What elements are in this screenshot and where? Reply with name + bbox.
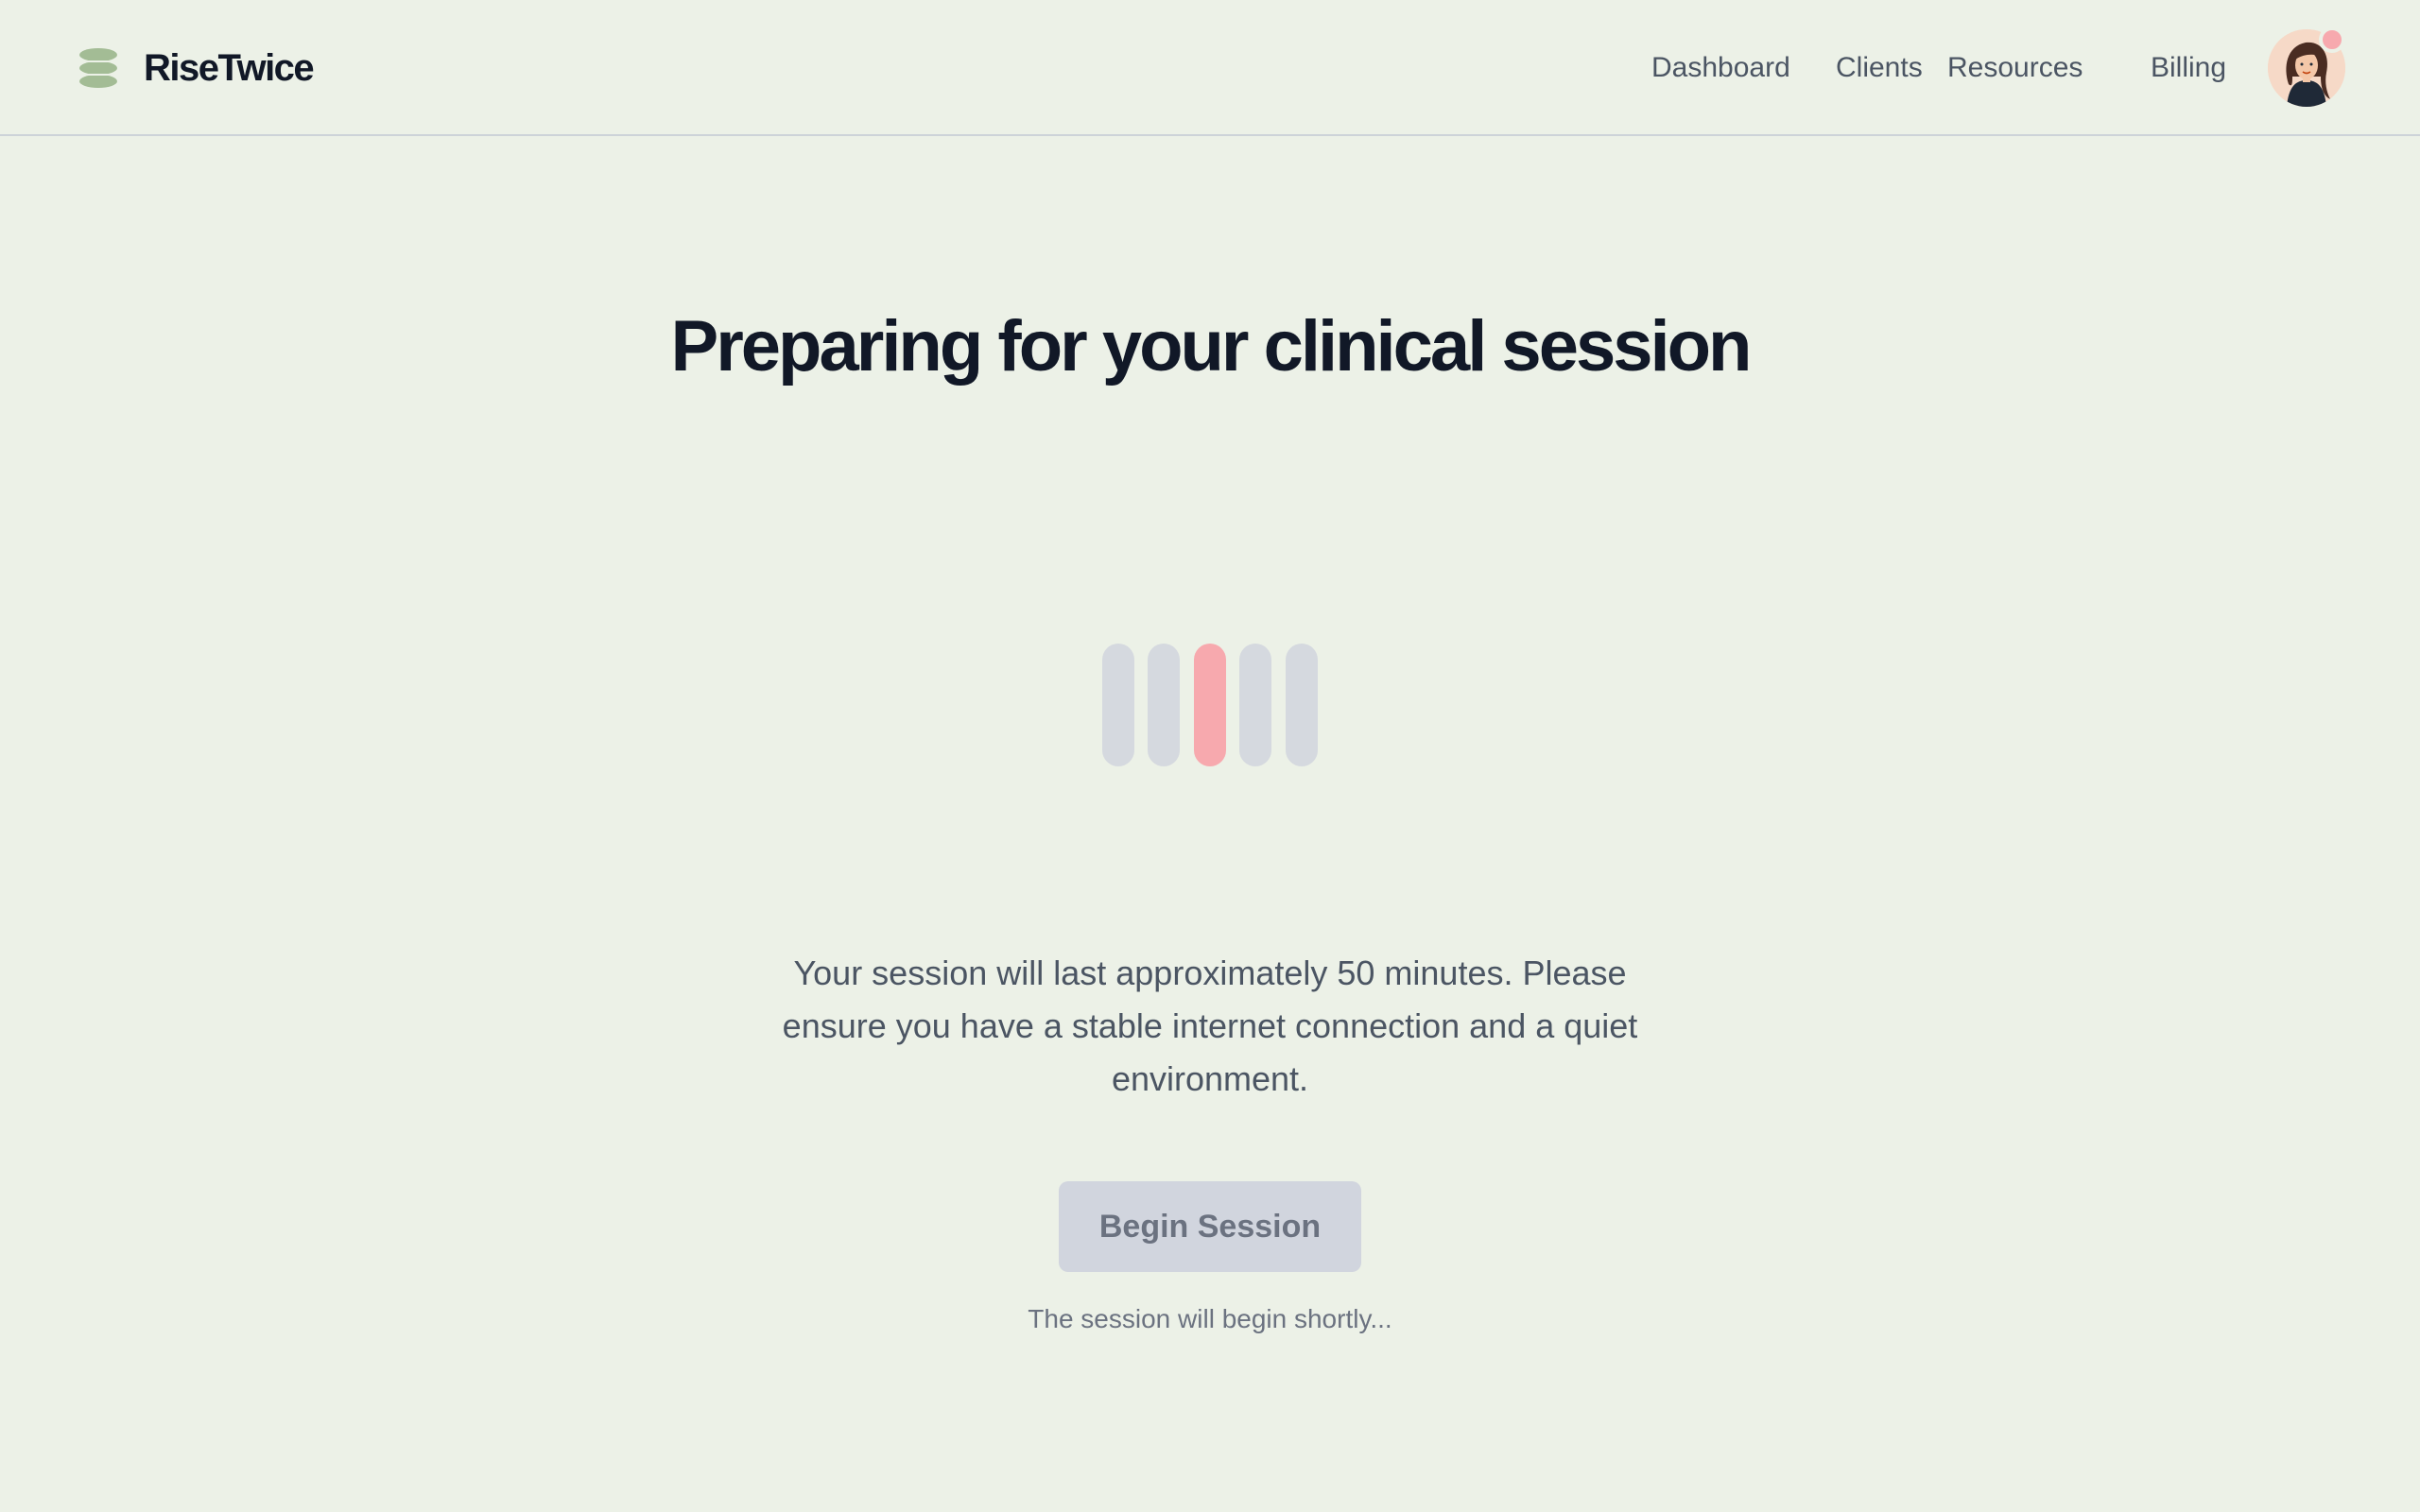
page-title: Preparing for your clinical session (670, 306, 1753, 387)
nav-link-clients[interactable]: Clients (1836, 52, 1923, 84)
nav-link-dashboard[interactable]: Dashboard (1651, 52, 1790, 84)
loading-bar-2 (1148, 644, 1180, 766)
session-description: Your session will last approximately 50 … (782, 954, 1638, 1098)
loading-indicator (1102, 644, 1320, 766)
nav-link-resources[interactable]: Resources (1947, 52, 2083, 84)
top-navigation-bar: RiseTwice Dashboard Clients Resources Bi… (0, 0, 2420, 136)
brand[interactable]: RiseTwice (78, 42, 315, 94)
nav-link-billing[interactable]: Billing (2151, 52, 2226, 84)
brand-name: RiseTwice (144, 46, 315, 89)
notification-badge (2319, 26, 2345, 53)
session-status-text: The session will begin shortly... (1028, 1304, 1392, 1333)
begin-session-button[interactable]: Begin Session (1059, 1181, 1361, 1272)
stacked-layers-logo-icon (79, 48, 117, 88)
loading-bar-3-active (1194, 644, 1226, 766)
loading-bar-4 (1239, 644, 1271, 766)
loading-bar-1 (1102, 644, 1134, 766)
loading-bar-5 (1286, 644, 1318, 766)
